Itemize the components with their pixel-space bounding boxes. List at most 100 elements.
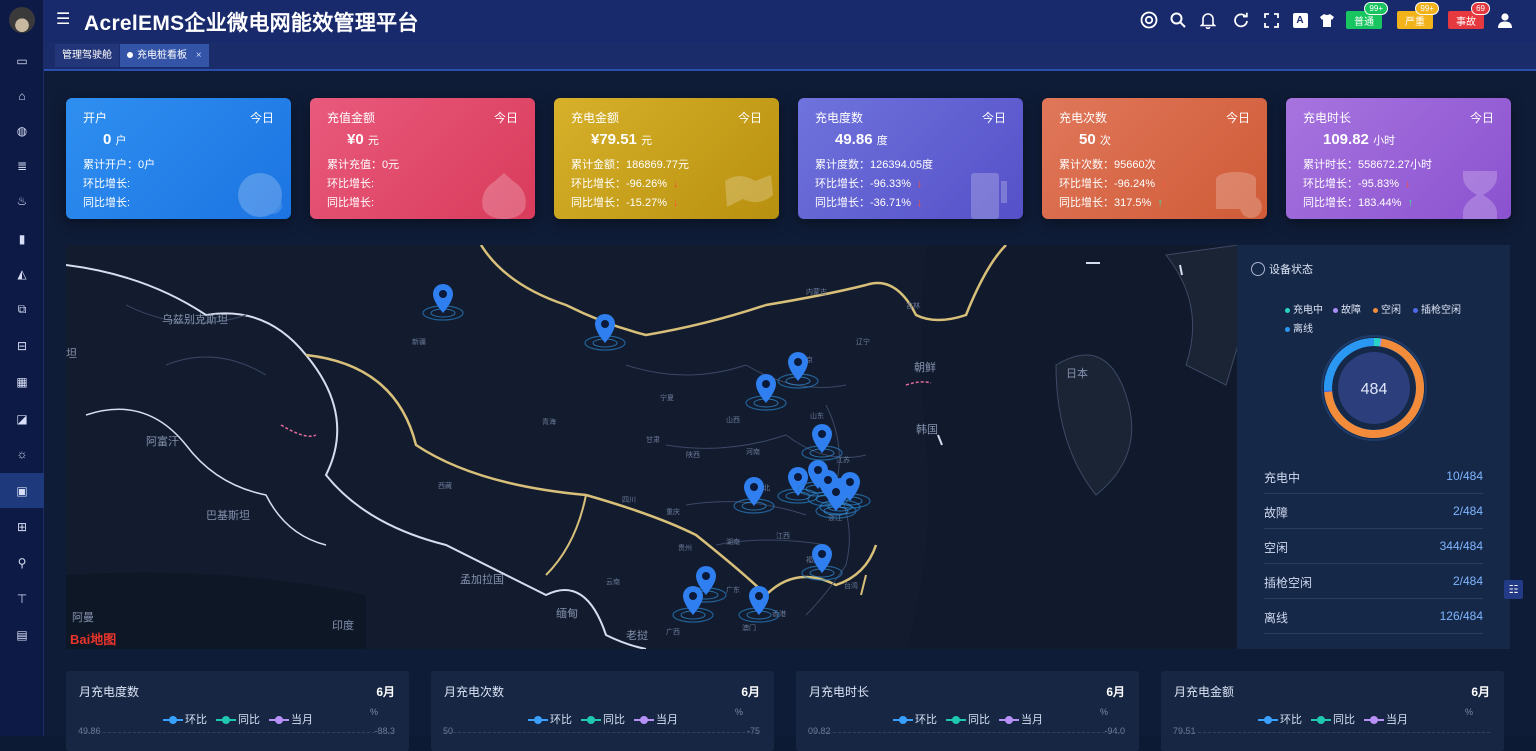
kpi-card: 充电次数 今日 50 次 累计次数：95660次 环比增长：-96.24% ↓ 同… [1042, 98, 1267, 219]
tags-icon[interactable]: ⧉ [0, 292, 44, 327]
avatar[interactable] [9, 7, 35, 33]
monthly-legend-item[interactable]: 同比 [1311, 711, 1355, 727]
kpi-period: 今日 [1469, 111, 1494, 125]
trend-icon[interactable]: ◪ [0, 401, 44, 436]
alarm-severe-button[interactable]: 严重 99+ [1397, 2, 1439, 29]
map-region-label: 坦 [66, 348, 77, 360]
kpi-yoy: 同比增长：183.44% ↑ [1303, 197, 1413, 209]
monthly-legend-item[interactable]: 当月 [999, 711, 1043, 727]
status-row: 离线 126/484 [1264, 599, 1483, 634]
legend-line-icon [163, 716, 183, 725]
monthly-legend-item[interactable]: 同比 [946, 711, 990, 727]
fullscreen-icon[interactable] [1260, 9, 1282, 31]
monthly-legend-item[interactable]: 当月 [1364, 711, 1408, 727]
bar-chart-icon[interactable]: ▮ [0, 221, 44, 256]
charging-station-pin-icon[interactable] [421, 279, 465, 323]
monthly-legend-item[interactable]: 环比 [528, 711, 572, 727]
china-map[interactable]: 乌兹别克斯坦新疆内蒙古吉林辽宁朝鲜日本韩国北京山西山东河南江苏宁夏甘肃陕西青海四… [66, 245, 1238, 649]
alarm-normal-button[interactable]: 普通 99+ [1346, 2, 1388, 29]
user-icon[interactable] [1494, 9, 1516, 31]
theme-shirt-icon[interactable] [1316, 9, 1338, 31]
status-row-value: 10/484 [1446, 469, 1483, 483]
monthly-legend-item[interactable]: 同比 [581, 711, 625, 727]
monthly-legend-item[interactable]: 环比 [1258, 711, 1302, 727]
monthly-legend-item[interactable]: 同比 [216, 711, 260, 727]
map-region-label: 云南 [606, 579, 620, 586]
transformer-icon[interactable]: ⊤ [0, 581, 44, 616]
charging-station-pin-icon[interactable] [671, 581, 715, 625]
settings-slider-icon[interactable]: ☷ [1504, 580, 1523, 599]
legend-line-icon [893, 716, 913, 725]
home-icon[interactable]: ⌂ [0, 78, 44, 113]
tab-cockpit[interactable]: 管理驾驶舱 [55, 44, 119, 67]
translate-icon[interactable]: A [1289, 9, 1311, 31]
charging-station-pin-icon[interactable] [737, 581, 781, 625]
charging-station-pin-icon[interactable] [583, 309, 627, 353]
map-region-label: 老挝 [626, 630, 648, 642]
legend-line-icon [1311, 716, 1331, 725]
building-icon[interactable]: ▦ [0, 364, 44, 399]
status-icon [1251, 262, 1265, 276]
area-chart-icon[interactable]: ◭ [0, 256, 44, 291]
monthly-chart-title: 月充电金额 [1174, 685, 1235, 699]
report-icon[interactable]: ▤ [0, 617, 44, 652]
monthly-legend-item[interactable]: 环比 [893, 711, 937, 727]
search-icon[interactable] [1167, 9, 1189, 31]
legend-line-icon [581, 716, 601, 725]
globe-icon[interactable]: ◍ [0, 113, 44, 148]
alarm-normal-count: 99+ [1364, 2, 1388, 15]
cabinet-icon[interactable]: ⊟ [0, 328, 44, 363]
status-legend-item[interactable]: 空闲 [1373, 301, 1401, 316]
alarm-icon[interactable]: ♨ [0, 183, 44, 218]
charging-pile-icon[interactable]: ▣ [0, 473, 44, 508]
status-legend-item[interactable]: 故障 [1333, 301, 1361, 316]
status-legend-item[interactable]: 充电中 [1285, 301, 1323, 316]
map-region-label: 山西 [726, 417, 740, 424]
arrow-up-icon: ↑ [1407, 197, 1413, 209]
menu-toggle-icon[interactable]: ☰ [56, 11, 70, 29]
monthly-legend-item[interactable]: 当月 [634, 711, 678, 727]
monitor-icon[interactable]: ▭ [0, 43, 44, 78]
charging-station-pin-icon[interactable] [732, 472, 776, 516]
monthly-chart-title: 月充电次数 [444, 685, 505, 699]
monthly-chart-month: 6月 [376, 685, 395, 699]
grid-icon[interactable]: ⊞ [0, 509, 44, 544]
map-region-label: 四川 [622, 497, 636, 504]
legend-line-icon [999, 716, 1019, 725]
map-canvas [66, 245, 1238, 649]
kpi-mom: 环比增长：-96.26% ↓ [571, 178, 679, 190]
extinguisher-icon[interactable]: ⚲ [0, 545, 44, 580]
kpi-period: 今日 [493, 111, 518, 125]
legend-line-icon [1364, 716, 1384, 725]
kpi-yoy: 同比增长：-15.27% ↓ [571, 197, 679, 209]
bulb-icon[interactable]: ☼ [0, 436, 44, 471]
map-region-label: 日本 [1066, 368, 1088, 380]
map-region-label: 湖南 [726, 539, 740, 546]
monthly-legend-item[interactable]: 当月 [269, 711, 313, 727]
status-legend-item[interactable]: 离线 [1285, 320, 1313, 335]
map-region-label: 河南 [746, 449, 760, 456]
charging-station-pin-icon[interactable] [814, 477, 858, 521]
map-region-label: 缅甸 [556, 608, 578, 620]
kpi-value: 0 户 [103, 131, 127, 148]
list-icon[interactable]: ≣ [0, 148, 44, 183]
refresh-icon[interactable] [1230, 9, 1252, 31]
legend-dot-icon [1413, 307, 1418, 313]
map-region-label: 巴基斯坦 [206, 510, 250, 522]
monthly-axis-right: -88.3 [374, 726, 395, 736]
legend-dot-icon [1333, 307, 1338, 313]
tab-close-icon[interactable]: × [196, 50, 202, 61]
monthly-chart-month: 6月 [1471, 685, 1490, 699]
map-region-label: 西藏 [438, 483, 452, 490]
alarm-accident-button[interactable]: 事故 69 [1448, 2, 1490, 29]
tab-charging-board[interactable]: 充电桩看板 × [120, 44, 209, 67]
legend-line-icon [528, 716, 548, 725]
kpi-card: 充值金额 今日 ¥0 元 累计充值：0元 环比增长: 同比增长: [310, 98, 535, 219]
charging-station-pin-icon[interactable] [744, 369, 788, 413]
bell-icon[interactable] [1197, 9, 1219, 31]
monthly-legend-item[interactable]: 环比 [163, 711, 207, 727]
help-ring-icon[interactable] [1138, 9, 1160, 31]
status-legend-item[interactable]: 插枪空闲 [1413, 301, 1461, 316]
charging-station-pin-icon[interactable] [800, 539, 844, 583]
kpi-total: 累计时长：558672.27小时 [1303, 159, 1432, 171]
